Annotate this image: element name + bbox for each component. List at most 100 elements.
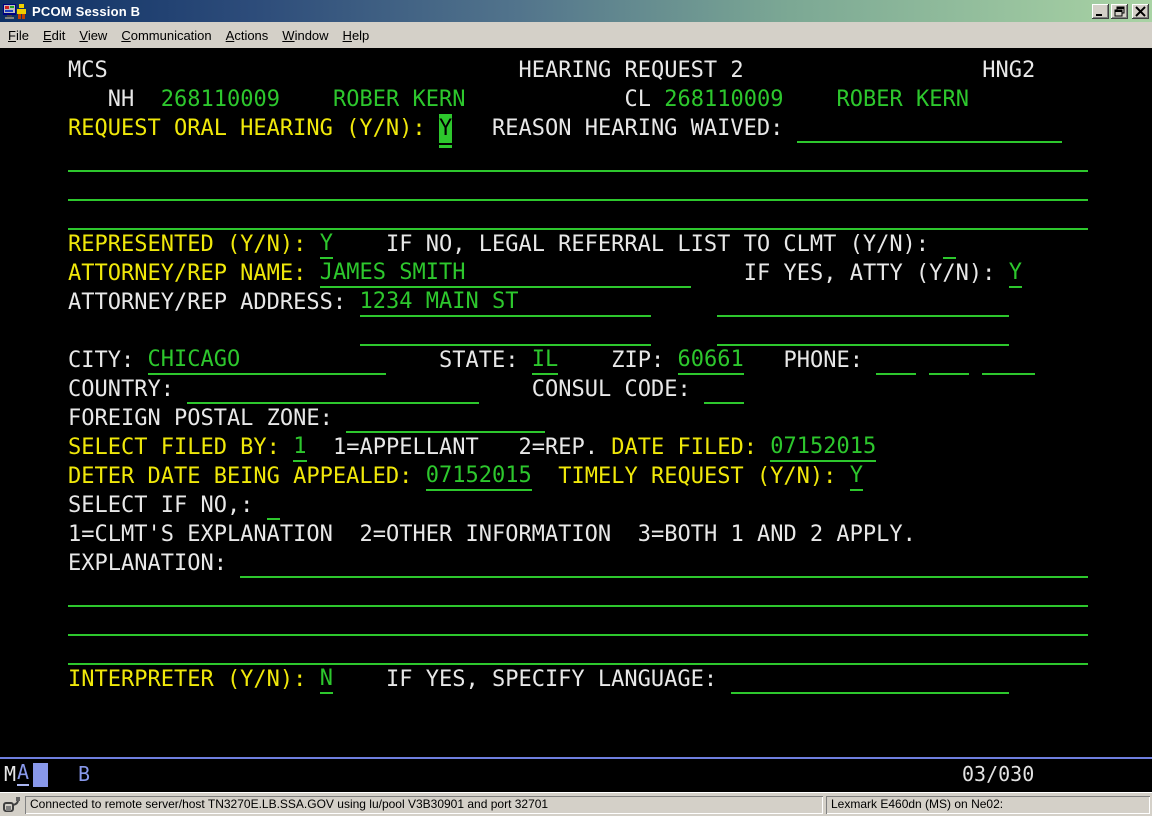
oia-cursor-position: 03/030	[962, 759, 1034, 790]
terminal-text: INTERPRETER (Y/N):	[68, 665, 306, 694]
minimize-button[interactable]	[1092, 4, 1109, 19]
terminal-field[interactable]	[346, 404, 545, 433]
app-icon	[3, 3, 29, 20]
terminal-row: SELECT FILED BY:11=APPELLANT2=REP.DATE F…	[0, 433, 1152, 462]
terminal-text: REPRESENTED (Y/N):	[68, 230, 306, 259]
terminal-text: DETER DATE BEING APPEALED:	[68, 462, 412, 491]
terminal-row	[0, 172, 1152, 201]
terminal-field[interactable]: 1	[293, 433, 306, 462]
terminal-text: MCS	[68, 56, 108, 85]
terminal-field[interactable]	[68, 578, 1088, 607]
terminal-cursor	[439, 145, 452, 148]
terminal-row: EXPLANATION:	[0, 549, 1152, 578]
menu-item-actions[interactable]: Actions	[226, 28, 269, 43]
terminal-field[interactable]	[68, 636, 1088, 665]
terminal-text: SELECT IF NO,:	[68, 491, 253, 520]
terminal-row	[0, 201, 1152, 230]
terminal-field[interactable]: JAMES SMITH	[320, 259, 691, 288]
terminal-text: ROBER KERN	[837, 85, 969, 114]
terminal-text: CONSUL CODE:	[532, 375, 691, 404]
terminal-text: 2=REP.	[519, 433, 598, 462]
terminal-field[interactable]: N	[320, 665, 333, 694]
terminal-field[interactable]	[704, 375, 744, 404]
oia-status-row: M A B 03/030	[0, 759, 1152, 792]
terminal-text: REQUEST ORAL HEARING (Y/N):	[68, 114, 426, 143]
terminal-screen[interactable]: MCSHEARING REQUEST 2HNG2NH268110009ROBER…	[0, 48, 1152, 757]
terminal-row	[0, 636, 1152, 665]
terminal-field[interactable]	[360, 317, 651, 346]
terminal-field[interactable]: CHICAGO	[148, 346, 386, 375]
terminal-row: INTERPRETER (Y/N): N IF YES, SPECIFY LANGU…	[0, 665, 1152, 694]
terminal-text: IF NO, LEGAL REFERRAL LIST TO CLMT (Y/N)…	[386, 230, 929, 259]
terminal-text: 268110009	[664, 85, 783, 114]
connection-jack-icon	[2, 796, 22, 814]
pcomm-window: PCOM Session B FileEditViewCommunicatio	[0, 0, 1152, 816]
terminal-text: NH	[108, 85, 135, 114]
terminal-field[interactable]: IL	[532, 346, 559, 375]
title-bar: PCOM Session B	[0, 0, 1152, 22]
terminal-field[interactable]: Y	[1009, 259, 1022, 288]
terminal-text: 268110009	[161, 85, 280, 114]
terminal-text: 1=CLMT'S EXPLANATION	[68, 520, 333, 549]
terminal-text: CITY:	[68, 346, 134, 375]
oia-session-letter: B	[78, 759, 90, 790]
terminal-text: IF YES, SPECIFY LANGUAGE:	[386, 665, 717, 694]
menu-item-view[interactable]: View	[79, 28, 107, 43]
terminal-row: REQUEST ORAL HEARING (Y/N): Y REASON HEARI…	[0, 114, 1152, 143]
terminal-field[interactable]	[717, 288, 1008, 317]
menu-item-help[interactable]: Help	[343, 28, 370, 43]
printer-status-panel: Lexmark E460dn (MS) on Ne02:	[826, 796, 1150, 814]
menu-bar: File Edit View Communication Actions Window He…	[0, 22, 1152, 48]
terminal-row: ATTORNEY/REP ADDRESS: 1234 MAIN ST	[0, 288, 1152, 317]
terminal-field[interactable]	[187, 375, 478, 404]
terminal-field[interactable]	[982, 346, 1035, 375]
oia-system-indicator-m: M	[4, 759, 16, 790]
terminal-row: FOREIGN POSTAL ZONE:	[0, 404, 1152, 433]
terminal-field[interactable]	[68, 607, 1088, 636]
terminal-text: REASON HEARING WAIVED:	[492, 114, 783, 143]
terminal-text: CL	[625, 85, 652, 114]
connection-status-panel: Connected to remote server/host TN3270E.…	[25, 796, 823, 814]
terminal-row	[0, 607, 1152, 636]
close-icon	[1135, 6, 1146, 17]
terminal-field[interactable]	[876, 346, 916, 375]
close-button[interactable]	[1132, 4, 1149, 19]
terminal-field[interactable]: 07152015	[770, 433, 876, 462]
terminal-text: ATTORNEY/REP ADDRESS:	[68, 288, 346, 317]
terminal-text: IF YES, ATTY (Y/N):	[744, 259, 996, 288]
terminal-text: ZIP:	[611, 346, 664, 375]
terminal-field[interactable]: 60661	[678, 346, 744, 375]
menu-item-file[interactable]: File	[8, 28, 29, 43]
terminal-row: DETER DATE BEING APPEALED:07152015TIMELY…	[0, 462, 1152, 491]
window-title: PCOM Session B	[32, 4, 140, 19]
terminal-text: HEARING REQUEST 2	[519, 56, 744, 85]
terminal-row: MCSHEARING REQUEST 2HNG2	[0, 56, 1152, 85]
terminal-field[interactable]: Y	[439, 114, 452, 143]
terminal-text: DATE FILED:	[611, 433, 757, 462]
terminal-field[interactable]	[240, 549, 1088, 578]
terminal-field[interactable]: 1234 MAIN ST	[360, 288, 651, 317]
restore-icon	[1114, 6, 1125, 17]
terminal-field[interactable]	[717, 317, 1008, 346]
terminal-row: 1=CLMT'S EXPLANATION 2=OTHER INFORMATION 3…	[0, 520, 1152, 549]
terminal-field[interactable]: Y	[320, 230, 333, 259]
terminal-text: 2=OTHER INFORMATION	[360, 520, 612, 549]
menu-item-window[interactable]: Window	[282, 28, 328, 43]
terminal-field[interactable]	[731, 665, 1009, 694]
terminal-field[interactable]: 07152015	[426, 462, 532, 491]
terminal-text: 3=BOTH 1 AND 2 APPLY.	[638, 520, 916, 549]
restore-button[interactable]	[1111, 4, 1128, 19]
oia-block-indicator	[33, 763, 48, 787]
menu-item-edit[interactable]: Edit	[43, 28, 65, 43]
menu-item-communication[interactable]: Communication	[121, 28, 211, 43]
terminal-field[interactable]	[929, 346, 969, 375]
terminal-field[interactable]	[943, 230, 956, 259]
terminal-field[interactable]	[68, 201, 1088, 230]
terminal-field[interactable]	[68, 143, 1088, 172]
terminal-field[interactable]	[797, 114, 1062, 143]
terminal-field[interactable]: Y	[850, 462, 863, 491]
terminal-row	[0, 143, 1152, 172]
status-bar: Connected to remote server/host TN3270E.…	[0, 792, 1152, 816]
terminal-field[interactable]	[267, 491, 280, 520]
terminal-field[interactable]	[68, 172, 1088, 201]
